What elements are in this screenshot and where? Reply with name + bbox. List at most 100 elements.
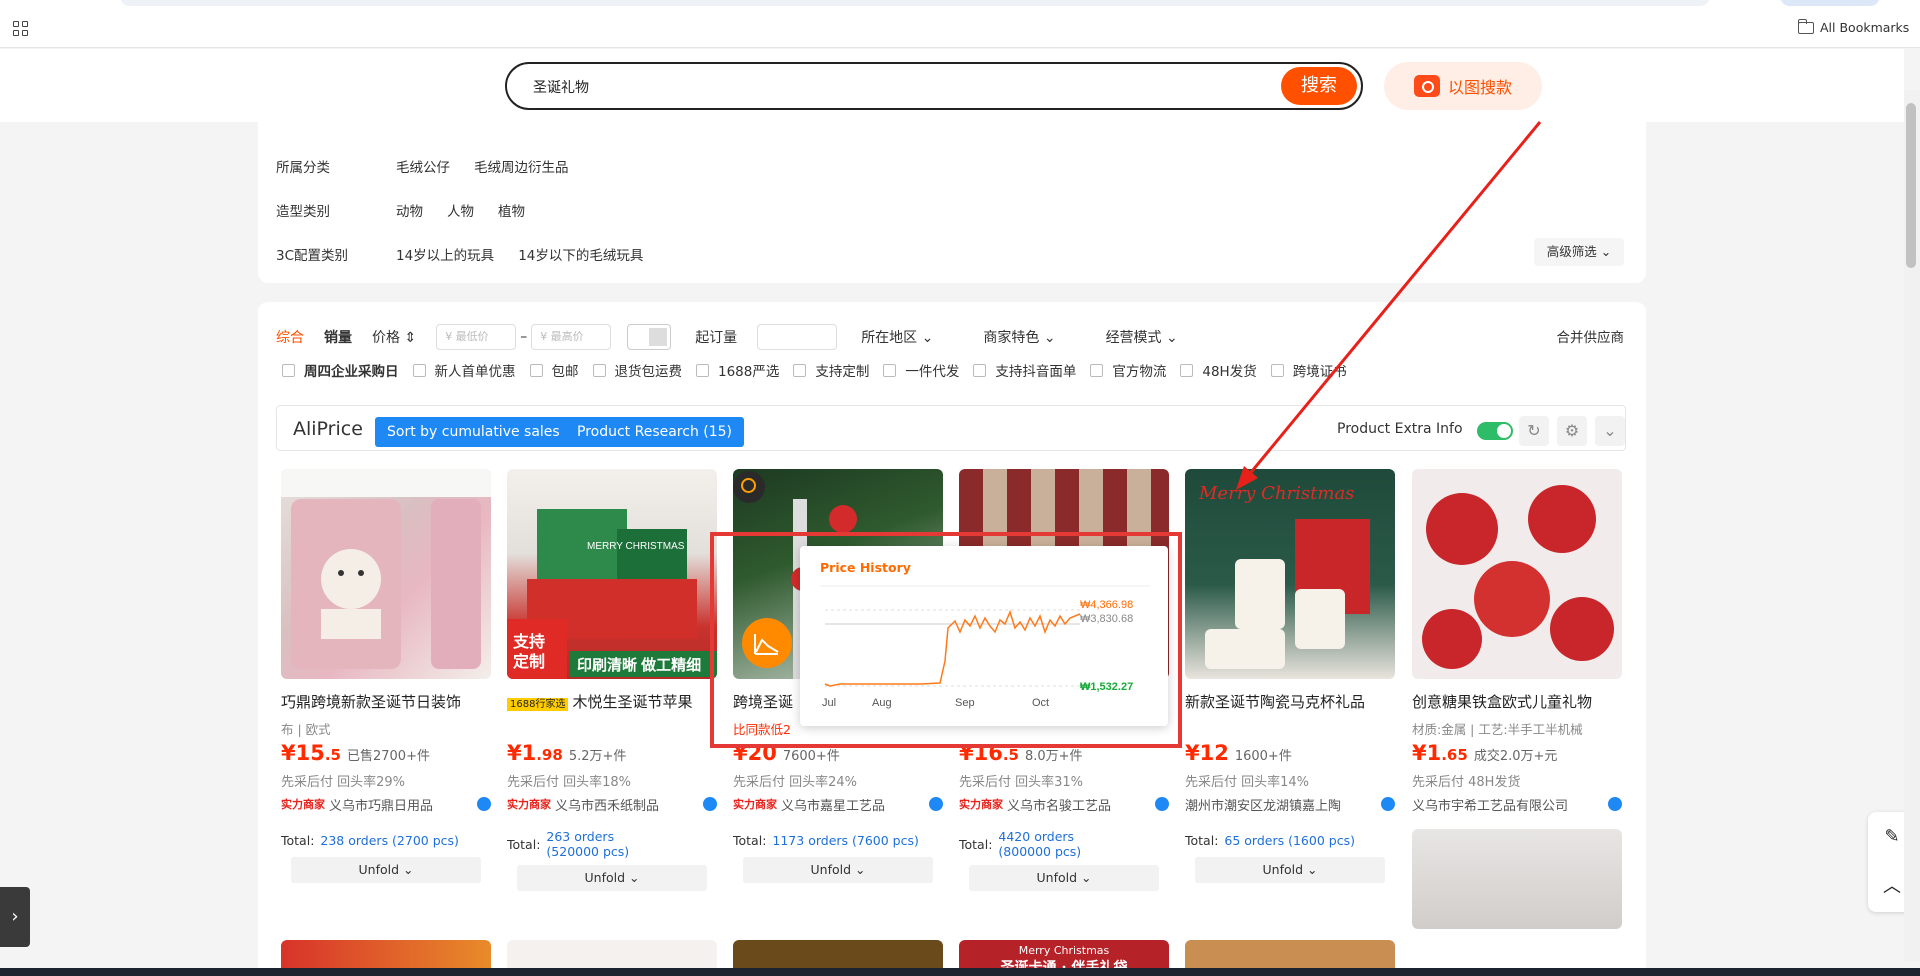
check-crossborder[interactable]: 跨境证书: [1270, 360, 1347, 380]
product-title[interactable]: 新款圣诞节陶瓷马克杯礼品: [1185, 691, 1395, 713]
check-48h[interactable]: 48H发货: [1180, 360, 1257, 380]
product-card[interactable]: Merry Christmas 新款圣诞节陶瓷马克杯礼品 ¥12 1600+件 先…: [1185, 469, 1395, 883]
address-bar[interactable]: [120, 0, 1710, 6]
unfold-button[interactable]: Unfold ⌄: [517, 865, 707, 891]
price-chart-button[interactable]: [742, 618, 792, 668]
check-thursday[interactable]: 周四企业采购日: [282, 360, 399, 380]
seller-name[interactable]: 实力商家 义乌市嘉星工艺品: [733, 793, 943, 815]
product-card[interactable]: 巧鼎跨境新款圣诞节日装饰 布 | 欧式 ¥15.5 已售2700+件 先采后付 回…: [281, 469, 491, 883]
search-button[interactable]: 搜索: [1281, 67, 1357, 105]
sort-price[interactable]: 价格 ⇕: [372, 327, 416, 347]
refresh-icon[interactable]: ↻: [1519, 416, 1549, 446]
seller-name[interactable]: 实力商家 义乌市名骏工艺品: [959, 793, 1169, 815]
price-line: [824, 609, 1081, 687]
feature-dropdown[interactable]: 商家特色 ⌄: [983, 327, 1055, 347]
orders-link[interactable]: 4420 orders (800000 pcs): [998, 829, 1108, 859]
sort-comprehensive[interactable]: 综合: [276, 327, 304, 347]
orders-link[interactable]: 65 orders (1600 pcs): [1224, 833, 1355, 848]
min-price-input[interactable]: ¥ 最低价: [436, 324, 517, 350]
image-search-button[interactable]: 以图搜款: [1384, 62, 1542, 110]
seller-name[interactable]: 实力商家 义乌市巧鼎日用品: [281, 793, 491, 815]
check-logistics[interactable]: 官方物流: [1090, 360, 1166, 380]
apps-grid-icon[interactable]: [13, 21, 28, 36]
orders-link[interactable]: 238 orders (2700 pcs): [320, 833, 459, 848]
mid-price-label: ₩3,830.68: [1080, 613, 1133, 625]
all-bookmarks-button[interactable]: All Bookmarks: [1798, 18, 1909, 35]
profile-button[interactable]: [1780, 0, 1880, 6]
filter-option[interactable]: 人物: [447, 200, 474, 220]
check-newuser[interactable]: 新人首单优惠: [412, 360, 516, 380]
price-decimal: .5: [1002, 746, 1019, 764]
month-label: Jul: [822, 697, 836, 709]
filter-option[interactable]: 植物: [498, 200, 525, 220]
check-1688select[interactable]: 1688严选: [696, 360, 779, 380]
product-card[interactable]: 创意糖果铁盒欧式儿童礼物 材质:金属 | 工艺:半手工半机械 ¥1.65 成交2.…: [1412, 469, 1622, 929]
ornament-illustration: [1422, 485, 1614, 669]
region-dropdown[interactable]: 所在地区 ⌄: [861, 327, 933, 347]
sort-sales[interactable]: 销量: [324, 327, 352, 347]
sold-count: 已售2700+件: [346, 749, 430, 764]
product-card[interactable]: MERRY CHRISTMAS 支持 定制 印刷清晰 做工精细 1688行家选木…: [507, 469, 717, 891]
checkbox-icon: [883, 363, 897, 377]
collapse-chevron-icon[interactable]: ⌄: [1595, 416, 1625, 446]
check-custom[interactable]: 支持定制: [793, 360, 869, 380]
product-title[interactable]: 创意糖果铁盒欧式儿童礼物: [1412, 691, 1622, 713]
orders-link[interactable]: 263 orders (520000 pcs): [546, 829, 656, 859]
search-input[interactable]: 圣诞礼物 搜索: [505, 62, 1363, 110]
check-returnship[interactable]: 退货包运费: [592, 360, 682, 380]
total-label: Total:: [507, 836, 541, 852]
product-image[interactable]: [1412, 469, 1622, 679]
seller-name[interactable]: 实力商家 义乌市西禾纸制品: [507, 793, 717, 815]
side-expand-button[interactable]: ›: [0, 887, 30, 947]
unfold-button[interactable]: Unfold ⌄: [1195, 857, 1385, 883]
check-dropship[interactable]: 一件代发: [883, 360, 959, 380]
filter-option[interactable]: 动物: [396, 200, 423, 220]
checkbox-icon: [973, 363, 987, 377]
verified-icon: [477, 797, 491, 811]
unfold-button[interactable]: Unfold ⌄: [291, 857, 481, 883]
product-tags: 布 | 欧式: [281, 722, 331, 737]
product-title[interactable]: 1688行家选 木悦生圣诞节苹果: [507, 691, 717, 713]
seller-badge: 实力商家: [959, 798, 1003, 811]
merge-suppliers-toggle[interactable]: 合并供应商: [1557, 326, 1625, 346]
scrollbar-thumb[interactable]: [1906, 103, 1916, 268]
product-image[interactable]: [1412, 829, 1622, 929]
product-research-button[interactable]: Product Research (15): [565, 417, 745, 447]
max-price-input[interactable]: ¥ 最高价: [531, 324, 612, 350]
orders-link[interactable]: 1173 orders (7600 pcs): [772, 833, 918, 848]
moq-input[interactable]: [757, 324, 838, 350]
sold-count: 1600+件: [1234, 749, 1292, 764]
product-meta: 先采后付 回头率24%: [733, 775, 858, 790]
seller-label: 义乌市宇希工艺品有限公司: [1412, 798, 1569, 814]
total-label: Total:: [733, 832, 767, 848]
seller-name[interactable]: 潮州市潮安区龙湖镇嘉上陶: [1185, 793, 1395, 815]
order-total: Total: 238 orders (2700 pcs): [281, 829, 491, 851]
quick-search-icon[interactable]: [733, 471, 765, 503]
advanced-filter-button[interactable]: 高级筛选 ⌄: [1534, 238, 1624, 266]
extra-info-switch[interactable]: [1477, 422, 1513, 440]
filter-option[interactable]: 毛绒周边衍生品: [474, 156, 569, 176]
filter-option[interactable]: 毛绒公仔: [396, 156, 450, 176]
product-image[interactable]: MERRY CHRISTMAS 支持 定制 印刷清晰 做工精细: [507, 469, 717, 679]
filter-option[interactable]: 14岁以上的玩具: [396, 244, 494, 264]
unfold-button[interactable]: Unfold ⌄: [743, 857, 933, 883]
product-tags: [507, 719, 717, 737]
seller-name[interactable]: 义乌市宇希工艺品有限公司: [1412, 793, 1622, 815]
settings-gear-icon[interactable]: ⚙: [1557, 416, 1587, 446]
checkbox-icon: [529, 363, 543, 377]
product-image[interactable]: [281, 469, 491, 679]
check-douyin[interactable]: 支持抖音面单: [973, 360, 1076, 380]
checkbox-icon: [1270, 363, 1284, 377]
sort-cumulative-button[interactable]: Sort by cumulative sales: [375, 417, 572, 447]
selection-badge: 1688行家选: [507, 698, 569, 711]
check-freeship[interactable]: 包邮: [529, 360, 579, 380]
unfold-label: Unfold: [584, 870, 626, 885]
product-price: ¥1.65 成交2.0万+元: [1412, 741, 1622, 769]
custom-text-b: 定制: [512, 652, 545, 671]
price-toggle[interactable]: [627, 324, 672, 350]
product-image[interactable]: Merry Christmas: [1185, 469, 1395, 679]
mode-dropdown[interactable]: 经营模式 ⌄: [1106, 327, 1178, 347]
product-title[interactable]: 巧鼎跨境新款圣诞节日装饰: [281, 691, 491, 713]
filter-option[interactable]: 14岁以下的毛绒玩具: [518, 244, 643, 264]
unfold-button[interactable]: Unfold ⌄: [969, 865, 1159, 891]
